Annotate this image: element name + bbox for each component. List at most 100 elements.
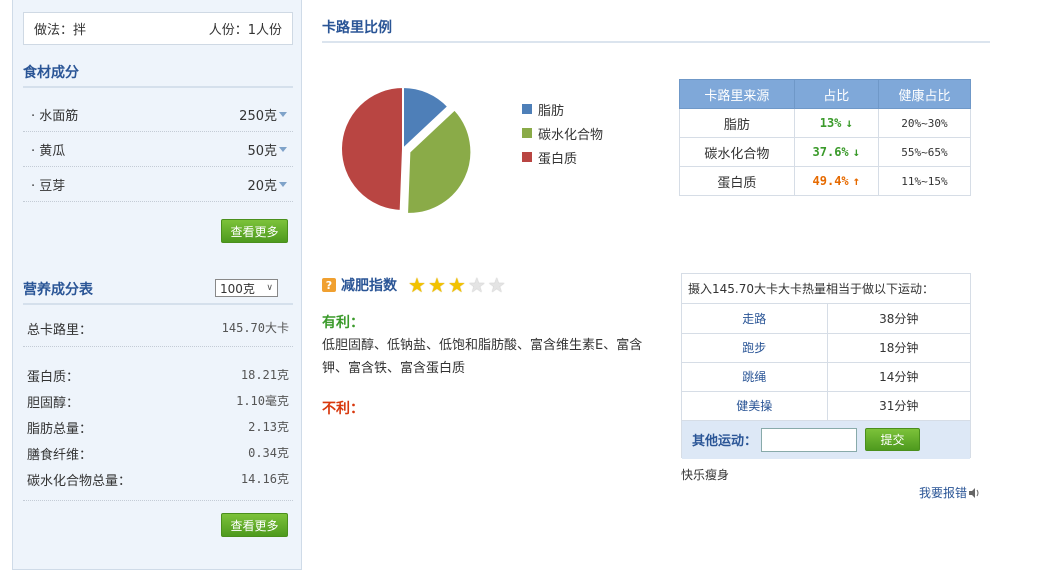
report-error-label: 我要报错 xyxy=(919,486,968,500)
table-cell: 脂肪 xyxy=(679,108,795,138)
other-exercise-input[interactable] xyxy=(761,427,858,452)
exercise-name-link[interactable]: 跑步 xyxy=(682,333,828,363)
legend-label: 蛋白质 xyxy=(538,151,578,167)
pie-legend: 脂肪 碳水化合物 蛋白质 xyxy=(522,97,603,169)
ingredient-amount-dropdown[interactable]: 50克 xyxy=(247,140,287,159)
legend-swatch xyxy=(522,104,532,114)
exercise-time: 14分钟 xyxy=(827,362,970,392)
submit-button[interactable]: 提交 xyxy=(865,428,921,451)
good-label: 有利： xyxy=(322,315,364,331)
exercise-time: 31分钟 xyxy=(827,391,970,421)
table-row: 走路 38分钟 xyxy=(682,304,970,334)
legend-item: 脂肪 xyxy=(522,97,603,121)
calorie-source-table: 卡路里来源 占比 健康占比 脂肪 13% ↓ 20%~30% 碳水化合物 37.… xyxy=(679,79,972,196)
nutrition-value: 18.21克 xyxy=(240,368,289,382)
legend-swatch xyxy=(522,128,532,138)
table-cell: 11%~15% xyxy=(877,166,972,196)
ingredient-name: · 黄瓜 xyxy=(31,143,66,159)
nutrition-label: 碳水化合物总量： xyxy=(27,474,132,489)
exercise-time: 38分钟 xyxy=(827,304,970,334)
method-box: 做法：拌 人份：1人份 xyxy=(23,12,293,45)
ingredients-title: 食材成分 xyxy=(23,65,79,81)
ingredient-row: · 水面筋 250克 xyxy=(23,97,293,132)
table-header-row: 卡路里来源 占比 健康占比 xyxy=(679,79,972,109)
chevron-down-icon: ∨ xyxy=(266,283,273,293)
left-panel: 做法：拌 人份：1人份 食材成分 · 水面筋 250克 · 黄瓜 50克 · 豆… xyxy=(12,0,302,570)
legend-label: 碳水化合物 xyxy=(538,127,604,143)
nutrition-row: 蛋白质： 18.21克 xyxy=(27,366,289,385)
chevron-down-icon xyxy=(279,111,287,117)
ingredient-amount-dropdown[interactable]: 20克 xyxy=(247,175,287,194)
question-icon[interactable]: ? xyxy=(322,278,336,292)
chevron-down-icon xyxy=(279,181,287,187)
nutrition-label: 脂肪总量： xyxy=(27,422,93,437)
table-cell: 13% ↓ xyxy=(793,108,879,138)
nutrition-row: 胆固醇： 1.10毫克 xyxy=(27,392,289,411)
calorie-pie-chart xyxy=(320,70,490,230)
diet-index-header: ? 减肥指数 ★ ★ ★ ★ ★ xyxy=(322,275,506,295)
star-icon: ★ xyxy=(408,273,426,297)
total-calorie-row: 总卡路里： 145.70大卡 xyxy=(27,319,289,338)
unit-select-value: 100克 xyxy=(220,281,255,296)
ingredient-name: · 水面筋 xyxy=(31,108,79,124)
pie-slice-3 xyxy=(340,85,404,212)
divider xyxy=(23,346,293,347)
ingredient-row: · 豆芽 20克 xyxy=(23,167,293,202)
legend-label: 脂肪 xyxy=(538,103,565,119)
diet-index-label: 减肥指数 xyxy=(341,278,397,294)
ratio-value: 37.6% xyxy=(812,144,849,159)
ingredient-row: · 黄瓜 50克 xyxy=(23,132,293,167)
table-row: 碳水化合物 37.6% ↓ 55%~65% xyxy=(679,137,972,167)
good-text: 低胆固醇、低钠盐、低饱和脂肪酸、富含维生素E、富含钾、富含铁、富含蛋白质 xyxy=(322,338,643,376)
table-header: 卡路里来源 xyxy=(679,79,795,109)
diet-rating-stars: ★ ★ ★ ★ ★ xyxy=(408,275,506,295)
arrow-down-icon: ↓ xyxy=(852,144,861,159)
table-header: 占比 xyxy=(793,79,879,109)
exercise-name-link[interactable]: 健美操 xyxy=(682,391,828,421)
exercise-name-link[interactable]: 跳绳 xyxy=(682,362,828,392)
exercise-table: 走路 38分钟 跑步 18分钟 跳绳 14分钟 健美操 31分钟 xyxy=(682,304,970,421)
nutrition-label: 胆固醇： xyxy=(27,396,80,411)
nutrition-title: 营养成分表 xyxy=(23,282,93,298)
star-icon: ★ xyxy=(487,273,506,297)
table-cell: 37.6% ↓ xyxy=(793,137,879,167)
ratio-value: 13% xyxy=(819,115,842,130)
legend-item: 蛋白质 xyxy=(522,145,603,169)
exercise-box: 摄入145.70大卡大卡热量相当于做以下运动： 走路 38分钟 跑步 18分钟 跳绳… xyxy=(681,273,971,459)
happy-slim-link[interactable]: 快乐瘦身 xyxy=(681,466,729,483)
total-calorie-value: 145.70大卡 xyxy=(221,321,289,335)
bad-label: 不利： xyxy=(322,401,364,417)
table-header: 健康占比 xyxy=(877,79,972,109)
unit-select[interactable]: 100克 ∨ xyxy=(215,279,278,297)
total-calorie-label: 总卡路里： xyxy=(27,323,93,338)
ingredients-more-button[interactable]: 查看更多 xyxy=(221,219,288,243)
arrow-down-icon: ↓ xyxy=(845,115,853,130)
table-cell: 碳水化合物 xyxy=(679,137,795,167)
nutrition-value: 0.34克 xyxy=(248,446,289,460)
nutrition-row: 脂肪总量： 2.13克 xyxy=(27,418,289,437)
star-icon: ★ xyxy=(447,273,466,297)
other-exercise-row: 其他运动： 提交 xyxy=(682,420,970,459)
table-cell: 55%~65% xyxy=(877,137,972,167)
method-label: 做法：拌 xyxy=(34,23,87,38)
legend-item: 碳水化合物 xyxy=(522,121,603,145)
chevron-down-icon xyxy=(279,146,287,152)
ingredients-title-line xyxy=(23,86,293,88)
nutrition-row: 膳食纤维： 0.34克 xyxy=(27,444,289,463)
ingredient-amount-dropdown[interactable]: 250克 xyxy=(239,105,287,124)
nutrition-more-button[interactable]: 查看更多 xyxy=(221,513,288,537)
arrow-up-icon: ↑ xyxy=(852,173,861,188)
table-cell: 20%~30% xyxy=(877,108,972,138)
servings-label: 人份：1人份 xyxy=(208,23,282,38)
legend-swatch xyxy=(522,152,532,162)
ratio-value: 49.4% xyxy=(812,173,849,188)
exercise-name-link[interactable]: 走路 xyxy=(682,304,828,334)
report-error-link[interactable]: 我要报错 xyxy=(919,484,981,501)
nutrition-value: 1.10毫克 xyxy=(236,394,289,408)
table-row: 跳绳 14分钟 xyxy=(682,362,970,392)
nutrition-row: 碳水化合物总量： 14.16克 xyxy=(27,470,289,489)
nutrition-label: 蛋白质： xyxy=(27,370,80,385)
star-icon: ★ xyxy=(427,273,446,297)
table-cell: 49.4% ↑ xyxy=(793,166,879,196)
speaker-icon xyxy=(969,487,979,498)
